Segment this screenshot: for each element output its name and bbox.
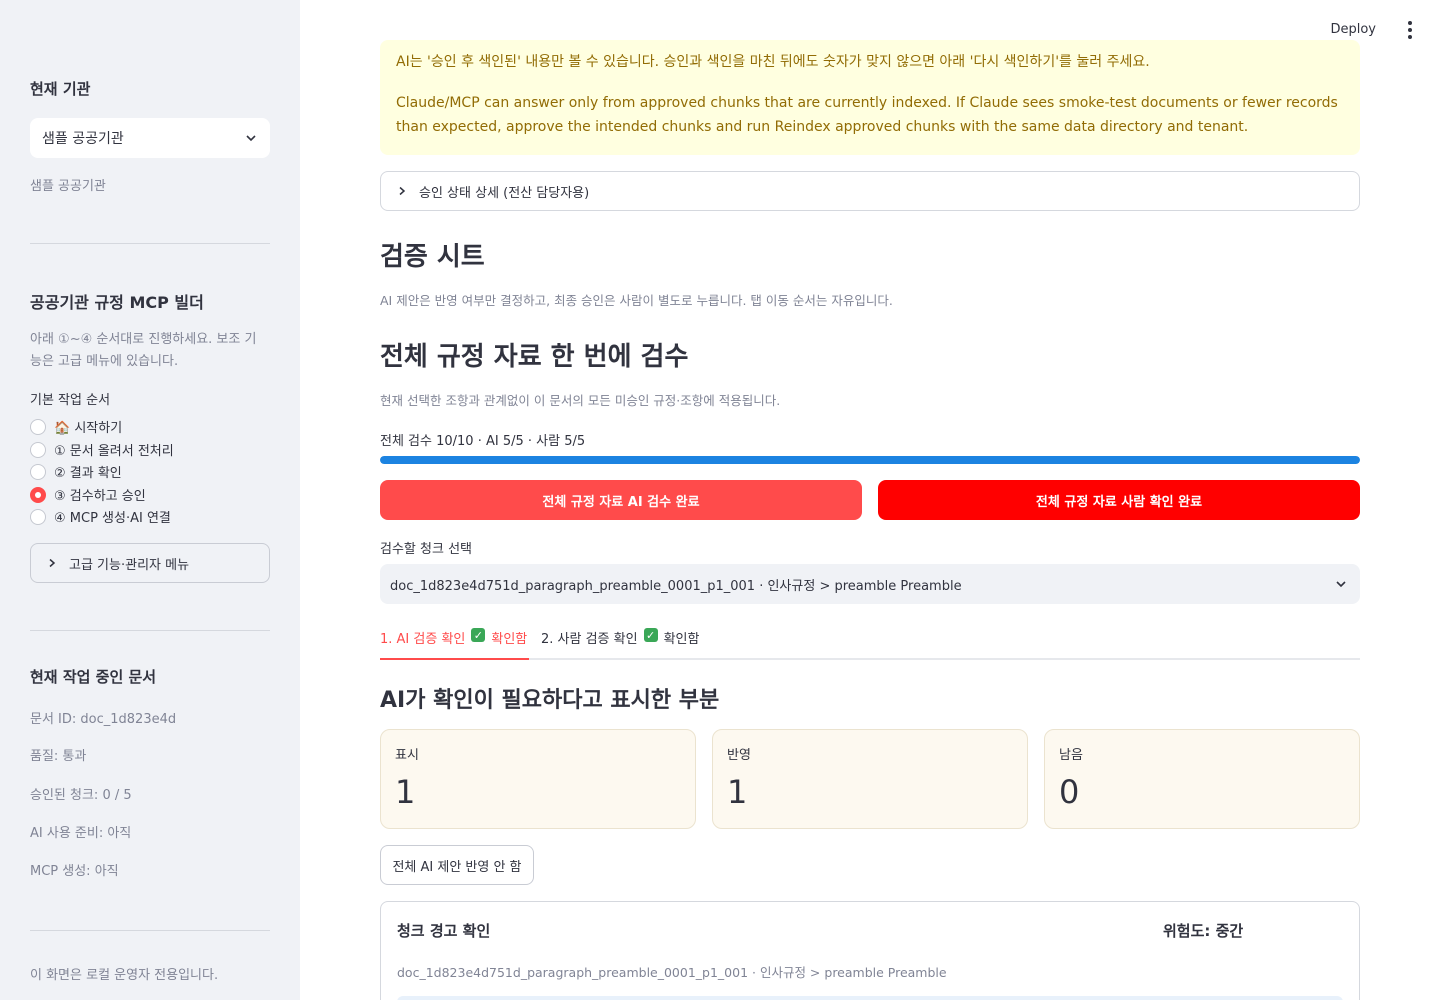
radio-icon bbox=[30, 508, 46, 525]
radio-icon bbox=[30, 463, 46, 480]
chevron-down-icon bbox=[1334, 577, 1348, 591]
ai-flag-title: AI가 확인이 필요하다고 표시한 부분 bbox=[380, 688, 720, 713]
sidebar-divider bbox=[30, 243, 270, 244]
human-review-complete-button[interactable]: 전체 규정 자료 사람 확인 완료 bbox=[878, 480, 1360, 520]
metric-value: 0 bbox=[1059, 773, 1080, 811]
metric-applied: 반영 1 bbox=[712, 729, 1028, 829]
org-select[interactable]: 샘플 공공기관 bbox=[30, 118, 270, 158]
doc-mcp-created: MCP 생성: 아직 bbox=[30, 864, 119, 879]
metric-remaining: 남음 0 bbox=[1044, 729, 1360, 829]
metric-label: 남음 bbox=[1059, 748, 1083, 763]
sidebar-divider bbox=[30, 930, 270, 931]
step-radio-mcp[interactable]: ④ MCP 생성·AI 연결 bbox=[30, 507, 171, 526]
step-radio-upload[interactable]: ① 문서 올려서 전처리 bbox=[30, 440, 174, 459]
doc-ai-ready: AI 사용 준비: 아직 bbox=[30, 826, 132, 841]
org-select-value: 샘플 공공기관 bbox=[42, 131, 124, 147]
warning-text: Claude/MCP can answer only from approved… bbox=[396, 95, 1338, 135]
tab-ai-verification[interactable]: 1. AI 검증 확인 ✓ 확인함 bbox=[380, 628, 530, 660]
sheet-caption: AI 제안은 반영 여부만 결정하고, 최종 승인은 사람이 별도로 누릅니다.… bbox=[380, 293, 893, 308]
chevron-right-icon bbox=[395, 184, 409, 198]
advanced-menu-expander[interactable]: 고급 기능·관리자 메뉴 bbox=[30, 543, 270, 583]
org-heading: 현재 기관 bbox=[30, 80, 91, 98]
metric-label: 표시 bbox=[395, 748, 419, 763]
doc-heading: 현재 작업 중인 문서 bbox=[30, 668, 157, 686]
radio-icon bbox=[30, 418, 46, 435]
check-icon: ✓ bbox=[643, 628, 658, 642]
chunk-warning-card: 청크 경고 확인 위험도: 중간 doc_1d823e4d751d_paragr… bbox=[380, 901, 1360, 1000]
sidebar-divider bbox=[30, 630, 270, 631]
progress-label: 전체 검수 10/10 · AI 5/5 · 사람 5/5 bbox=[380, 434, 586, 449]
chunk-select-label: 검수할 청크 선택 bbox=[380, 542, 472, 557]
warning-text-korean: AI는 '승인 후 색인된' 내용만 볼 수 있습니다. 승인과 색인을 마친 … bbox=[396, 54, 1150, 70]
footer-note: 이 화면은 로컬 운영자 전용입니다. bbox=[30, 968, 219, 983]
chevron-right-icon bbox=[45, 556, 59, 570]
radio-selected-icon bbox=[30, 486, 46, 503]
org-caption: 샘플 공공기관 bbox=[30, 179, 106, 194]
metric-label: 반영 bbox=[727, 748, 751, 763]
radio-icon bbox=[30, 441, 46, 458]
reject-all-ai-button[interactable]: 전체 AI 제안 반영 안 함 bbox=[380, 845, 534, 885]
more-menu-icon[interactable] bbox=[1402, 20, 1418, 40]
tab-status: 확인함 bbox=[663, 632, 700, 647]
card-info-strip bbox=[397, 996, 1343, 1000]
bulk-review-caption: 현재 선택한 조항과 관계없이 이 문서의 모든 미승인 규정·조항에 적용됩니… bbox=[380, 393, 781, 408]
tab-status: 확인함 bbox=[491, 632, 528, 647]
card-risk: 위험도: 중간 bbox=[1163, 922, 1244, 940]
builder-desc-2: 능은 고급 메뉴에 있습니다. bbox=[30, 354, 179, 369]
card-title: 청크 경고 확인 bbox=[397, 922, 491, 940]
step-radio-results[interactable]: ② 결과 확인 bbox=[30, 462, 122, 481]
tab-human-verification[interactable]: 2. 사람 검증 확인 ✓ 확인함 bbox=[541, 628, 699, 660]
step-label: ② 결과 확인 bbox=[54, 466, 122, 481]
step-label: ④ MCP 생성·AI 연결 bbox=[54, 511, 171, 526]
warning-alert: AI는 '승인 후 색인된' 내용만 볼 수 있습니다. 승인과 색인을 마친 … bbox=[380, 40, 1360, 155]
review-tabs: 1. AI 검증 확인 ✓ 확인함 2. 사람 검증 확인 ✓ 확인함 bbox=[380, 628, 1360, 660]
card-subtitle: doc_1d823e4d751d_paragraph_preamble_0001… bbox=[397, 965, 947, 980]
chunk-select-value: doc_1d823e4d751d_paragraph_preamble_0001… bbox=[390, 578, 962, 594]
step-radio-review[interactable]: ③ 검수하고 승인 bbox=[30, 485, 146, 504]
metric-value: 1 bbox=[395, 773, 416, 811]
approval-detail-label: 승인 상태 상세 (전산 담당자용) bbox=[419, 185, 590, 201]
review-progress-bar bbox=[380, 456, 1360, 464]
deploy-button[interactable]: Deploy bbox=[1324, 20, 1382, 39]
advanced-menu-label: 고급 기능·관리자 메뉴 bbox=[69, 557, 190, 573]
doc-quality: 품질: 통과 bbox=[30, 749, 87, 764]
doc-approved-chunks: 승인된 청크: 0 / 5 bbox=[30, 788, 132, 803]
bulk-review-title: 전체 규정 자료 한 번에 검수 bbox=[380, 342, 689, 372]
check-icon: ✓ bbox=[471, 628, 486, 642]
approval-detail-expander[interactable]: 승인 상태 상세 (전산 담당자용) bbox=[380, 171, 1360, 211]
metric-flagged: 표시 1 bbox=[380, 729, 696, 829]
builder-heading: 공공기관 규정 MCP 빌더 bbox=[30, 293, 204, 312]
builder-desc-1: 아래 ①~④ 순서대로 진행하세요. 보조 기 bbox=[30, 332, 257, 347]
doc-id: 문서 ID: doc_1d823e4d bbox=[30, 712, 177, 727]
step-label: ① 문서 올려서 전처리 bbox=[54, 444, 174, 459]
steps-label: 기본 작업 순서 bbox=[30, 393, 111, 408]
ai-review-complete-button[interactable]: 전체 규정 자료 AI 검수 완료 bbox=[380, 480, 862, 520]
step-label: 🏠 시작하기 bbox=[54, 421, 123, 436]
chevron-down-icon bbox=[244, 131, 258, 145]
metric-value: 1 bbox=[727, 773, 748, 811]
progress-fill bbox=[380, 456, 1360, 464]
step-radio-start[interactable]: 🏠 시작하기 bbox=[30, 417, 122, 436]
sheet-title: 검증 시트 bbox=[380, 242, 485, 272]
step-label: ③ 검수하고 승인 bbox=[54, 489, 146, 504]
tab-label: 2. 사람 검증 확인 bbox=[541, 632, 638, 647]
sidebar: 현재 기관 샘플 공공기관 샘플 공공기관 공공기관 규정 MCP 빌더 아래 … bbox=[0, 0, 300, 1000]
chunk-select[interactable]: doc_1d823e4d751d_paragraph_preamble_0001… bbox=[380, 564, 1360, 604]
tab-label: 1. AI 검증 확인 bbox=[380, 632, 466, 647]
